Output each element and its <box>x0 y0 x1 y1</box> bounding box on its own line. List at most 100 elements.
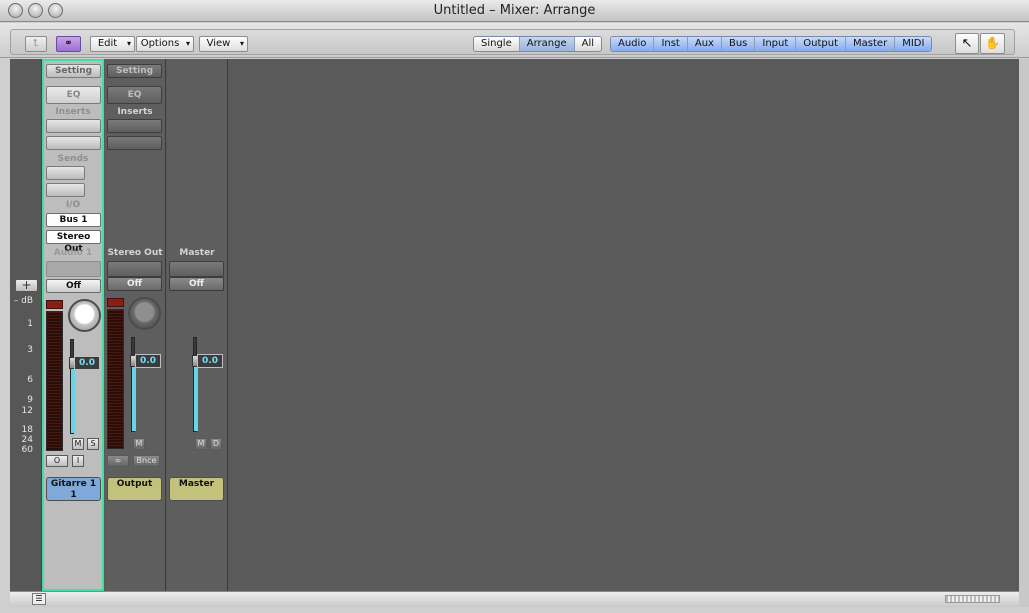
track-name-button[interactable]: Output <box>107 477 162 501</box>
clip-indicator[interactable] <box>107 298 124 307</box>
track-number: 1 <box>70 490 77 500</box>
scale-label: 3 <box>27 345 33 355</box>
track-name-button[interactable]: Gitarre 1 1 <box>46 477 101 501</box>
automation-mode-button[interactable]: Off <box>169 277 224 291</box>
insert-slot[interactable] <box>46 119 101 133</box>
setting-button[interactable]: Setting <box>107 64 162 78</box>
mute-button[interactable]: M <box>133 438 145 450</box>
volume-fader-level <box>71 363 75 433</box>
scale-label: 6 <box>27 375 33 385</box>
volume-fader-level <box>194 361 198 431</box>
track-name: Master <box>178 479 215 489</box>
view-mode-selector: Single Arrange All <box>473 36 603 52</box>
scale-label: 1 <box>27 319 33 329</box>
chevron-down-icon: ▾ <box>185 39 190 48</box>
dim-button[interactable]: D <box>210 438 222 450</box>
scale-label: 12 <box>21 406 33 416</box>
automation-mode-button[interactable]: Off <box>107 277 162 291</box>
stereo-link-icon[interactable]: ∞ <box>107 455 129 467</box>
pointer-tool-icon[interactable]: ↖ <box>955 33 979 54</box>
scale-label: 9 <box>27 395 33 405</box>
channel-type-filter: Audio Inst Aux Bus Input Output Master M… <box>610 36 933 52</box>
eq-thumbnail[interactable]: EQ <box>107 86 162 104</box>
group-slot[interactable] <box>46 261 101 277</box>
inserts-label: Inserts <box>117 107 153 117</box>
chevron-down-icon: ▾ <box>239 39 244 48</box>
insert-slot[interactable] <box>107 136 162 150</box>
scale-label: 24 <box>21 435 33 445</box>
bottom-bar: ☰ <box>10 591 1019 607</box>
track-name-button[interactable]: Master <box>169 477 224 501</box>
level-meter <box>46 311 63 451</box>
filter-input[interactable]: Input <box>755 37 797 51</box>
track-name: Gitarre 1 <box>50 479 97 489</box>
sends-label: Sends <box>57 154 89 164</box>
filter-bus[interactable]: Bus <box>721 37 756 51</box>
scale-label: 60 <box>21 445 33 455</box>
edit-menu[interactable]: Edit ▾ <box>90 36 135 52</box>
view-menu[interactable]: View ▾ <box>199 36 248 52</box>
setting-button[interactable]: Setting <box>46 64 101 78</box>
window-right-edge <box>1019 59 1029 607</box>
channel-label: Master <box>179 248 215 258</box>
window-title: Untitled – Mixer: Arrange <box>433 3 596 18</box>
eq-thumbnail[interactable]: EQ <box>46 86 101 104</box>
scale-label: – dB <box>13 296 33 306</box>
send-slot[interactable] <box>46 166 85 180</box>
options-menu[interactable]: Options ▾ <box>136 36 194 52</box>
view-mode-single[interactable]: Single <box>474 37 520 51</box>
send-slot[interactable] <box>46 183 85 197</box>
link-icon[interactable]: ⚭ <box>56 36 81 52</box>
filter-midi[interactable]: MIDI <box>895 37 932 51</box>
filter-audio[interactable]: Audio <box>611 37 655 51</box>
automation-mode-button[interactable]: Off <box>46 279 101 293</box>
zoom-slider[interactable] <box>945 595 1000 603</box>
volume-value[interactable]: 0.0 <box>74 356 100 370</box>
solo-button[interactable]: S <box>87 438 99 450</box>
track-name: Output <box>116 479 153 489</box>
io-label: I/O <box>65 200 81 210</box>
input-monitor-button[interactable]: I <box>72 455 84 467</box>
output-slot[interactable]: Stereo Out <box>46 230 101 254</box>
add-channel-button[interactable]: + <box>15 279 38 292</box>
view-menu-label: View <box>206 38 231 49</box>
list-view-icon[interactable]: ☰ <box>32 593 46 605</box>
inserts-label: Inserts <box>55 107 91 117</box>
volume-fader-level <box>132 361 136 431</box>
volume-value[interactable]: 0.0 <box>135 354 161 368</box>
level-meter <box>107 309 124 449</box>
channel-label: Stereo Out <box>107 248 163 258</box>
insert-slot[interactable] <box>46 136 101 150</box>
group-slot[interactable] <box>169 261 224 277</box>
filter-aux[interactable]: Aux <box>687 37 722 51</box>
hand-tool-icon[interactable]: ✋ <box>980 33 1005 54</box>
insert-slot[interactable] <box>107 119 162 133</box>
bounce-button[interactable]: Bnce <box>133 455 160 467</box>
channel-strip-stereo-out[interactable]: Setting EQ Inserts Stereo Out Off 0.0 M … <box>105 59 166 591</box>
volume-value[interactable]: 0.0 <box>197 354 223 368</box>
filter-output[interactable]: Output <box>796 37 847 51</box>
chevron-down-icon: ▾ <box>126 39 131 48</box>
level-scale-panel: + – dB 1 3 6 9 12 18 24 60 <box>10 59 42 591</box>
input-slot[interactable]: Bus 1 <box>46 213 101 227</box>
channel-strip-master[interactable]: Master Off 0.0 M D Master <box>167 59 228 591</box>
back-icon[interactable]: ⮤ <box>25 36 47 52</box>
balance-knob[interactable] <box>128 297 161 330</box>
options-menu-label: Options <box>140 38 180 49</box>
channel-label: Audio 1 <box>53 248 93 258</box>
record-enable-button[interactable]: O <box>46 455 68 467</box>
mixer-area: + – dB 1 3 6 9 12 18 24 60 Setting EQ In… <box>10 59 1019 591</box>
filter-master[interactable]: Master <box>846 37 896 51</box>
pan-knob[interactable] <box>68 299 101 332</box>
mute-button[interactable]: M <box>72 438 84 450</box>
channel-strip-audio-1[interactable]: Setting EQ Inserts Sends I/O Bus 1 Stere… <box>42 59 104 591</box>
scale-label: 18 <box>21 425 33 435</box>
group-slot[interactable] <box>107 261 162 277</box>
filter-inst[interactable]: Inst <box>654 37 688 51</box>
mute-button[interactable]: M <box>195 438 207 450</box>
view-mode-arrange[interactable]: Arrange <box>519 37 575 51</box>
view-mode-all[interactable]: All <box>574 37 602 51</box>
title-bar: Untitled – Mixer: Arrange <box>0 0 1029 22</box>
edit-menu-label: Edit <box>97 38 118 49</box>
clip-indicator[interactable] <box>46 300 63 309</box>
